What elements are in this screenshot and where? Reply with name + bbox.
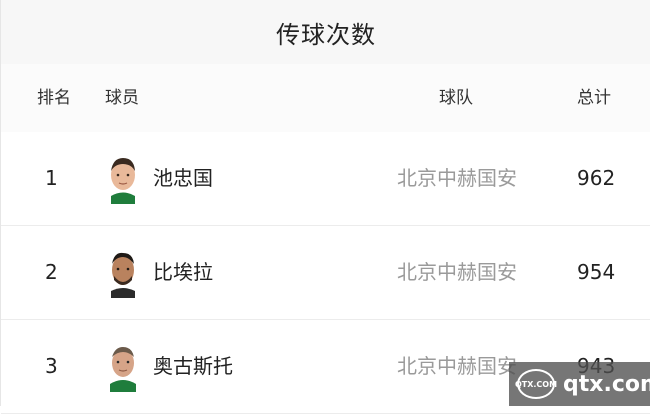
- title-bar: 传球次数: [1, 0, 650, 65]
- player-avatar: [111, 158, 135, 204]
- table-row[interactable]: 1 池忠国 北京中赫国安 962: [1, 132, 650, 226]
- rank-cell: 2: [45, 260, 58, 284]
- table-row[interactable]: 2 比埃拉 北京中赫国安 954: [1, 226, 650, 320]
- total-value: 962: [577, 166, 616, 190]
- rank-cell: 3: [45, 354, 58, 378]
- team-name: 北京中赫国安: [397, 260, 517, 284]
- player-name: 池忠国: [153, 166, 213, 190]
- total-value: 954: [577, 260, 616, 284]
- leaderboard-panel: 传球次数 排名 球员 球队 总计 1 池忠国 北京中赫国安 962 2 比埃拉 …: [0, 0, 650, 414]
- team-name: 北京中赫国安: [397, 166, 517, 190]
- table-header: 排名 球员 球队 总计: [1, 64, 650, 133]
- watermark-logo-icon: QTX.COM: [515, 369, 557, 399]
- player-avatar: [111, 252, 135, 298]
- column-header-team: 球队: [439, 88, 473, 108]
- column-header-player: 球员: [105, 88, 139, 108]
- player-name: 奥古斯托: [153, 354, 233, 378]
- column-header-total: 总计: [577, 88, 611, 108]
- site-watermark: QTX.COM qtx.com: [509, 362, 650, 406]
- watermark-site-text: qtx.com: [563, 371, 650, 397]
- column-header-rank: 排名: [37, 88, 71, 108]
- player-avatar: [110, 347, 136, 392]
- team-name: 北京中赫国安: [397, 354, 517, 378]
- player-name: 比埃拉: [153, 260, 213, 284]
- page-title: 传球次数: [276, 20, 376, 49]
- rank-cell: 1: [45, 166, 58, 190]
